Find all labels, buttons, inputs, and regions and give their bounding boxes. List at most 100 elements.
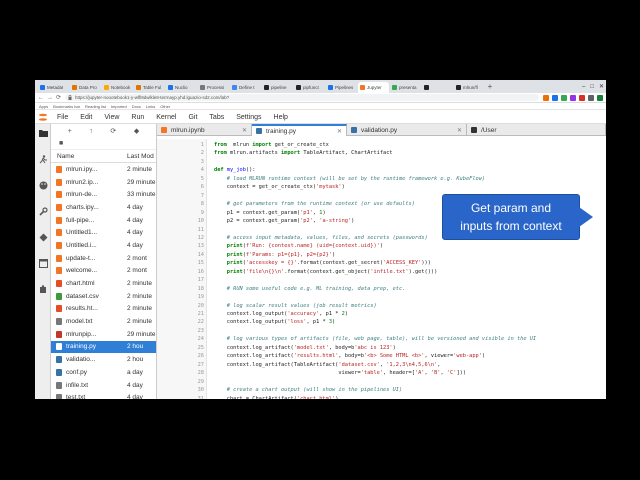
- wrench-icon[interactable]: [38, 206, 48, 216]
- extension-icon[interactable]: [588, 94, 594, 101]
- bookmark-item[interactable]: Apps: [39, 104, 48, 109]
- code-token: chart = ChartArtifact(: [214, 395, 297, 400]
- extension-icon[interactable]: [579, 94, 585, 101]
- code-token: # access input metadata, values, files, …: [226, 234, 428, 241]
- file-row[interactable]: mlrun-de... 33 minute: [51, 188, 156, 201]
- file-row[interactable]: training.py 2 hou: [51, 340, 156, 354]
- file-row[interactable]: mlrunpip... 29 minute: [51, 328, 156, 341]
- url-bar[interactable]: https://jupyter-noootebook1-y-wfll8dwlkl…: [65, 94, 539, 101]
- menu-git[interactable]: Git: [182, 114, 203, 121]
- tabs-icon[interactable]: [38, 258, 48, 268]
- menu-run[interactable]: Run: [125, 114, 150, 121]
- code-token: 'infile.txt': [370, 268, 409, 275]
- menu-settings[interactable]: Settings: [230, 114, 267, 121]
- browser-tab[interactable]: presenta: [390, 82, 421, 93]
- browser-tab[interactable]: Define t: [230, 82, 261, 93]
- forward-button[interactable]: →: [47, 95, 53, 101]
- running-icon[interactable]: [38, 154, 48, 164]
- new-launcher-button[interactable]: +: [68, 128, 72, 135]
- close-tab-icon[interactable]: ✕: [242, 127, 247, 134]
- code-token: 'model.txt': [293, 344, 329, 351]
- file-row[interactable]: Untitled1... 4 day: [51, 226, 156, 239]
- refresh-button[interactable]: ⟳: [110, 127, 116, 135]
- browser-tab[interactable]: pipfunct: [294, 82, 325, 93]
- bookmark-item[interactable]: Links: [146, 104, 155, 109]
- code-token: 'ACCESS_KEY': [383, 260, 422, 267]
- browser-tab[interactable]: Data Pro: [70, 82, 101, 93]
- code-token: 'web-app': [453, 353, 482, 360]
- extension-icon[interactable]: [561, 94, 567, 101]
- bookmark-item[interactable]: Docs: [132, 104, 141, 109]
- browser-tab[interactable]: Nuclio: [166, 82, 197, 93]
- browser-tab[interactable]: Table Ful: [134, 82, 165, 93]
- extension-icon[interactable]: [543, 94, 549, 101]
- menu-view[interactable]: View: [98, 114, 125, 121]
- browser-tab[interactable]: [422, 82, 453, 93]
- file-row[interactable]: charts.ipy... 4 day: [51, 201, 156, 214]
- git-clone-button[interactable]: ◆: [134, 127, 139, 135]
- close-tab-icon[interactable]: ✕: [457, 127, 462, 134]
- file-row[interactable]: update-t... 2 mont: [51, 252, 156, 265]
- browser-tab[interactable]: Metadat: [38, 82, 69, 93]
- extension-icon[interactable]: [570, 94, 576, 101]
- code-token: ): [481, 353, 486, 360]
- back-button[interactable]: ←: [38, 95, 44, 101]
- menu-kernel[interactable]: Kernel: [150, 114, 182, 121]
- new-tab-button[interactable]: +: [486, 82, 494, 93]
- folder-icon[interactable]: [38, 128, 48, 138]
- code-token: ).get())): [408, 268, 438, 275]
- browser-tab[interactable]: Processi: [198, 82, 229, 93]
- menu-help[interactable]: Help: [268, 114, 294, 121]
- file-row[interactable]: welcome... 2 mont: [51, 265, 156, 278]
- code-token: context = get_or_create_ctx(: [214, 184, 317, 191]
- extension-icon[interactable]: [38, 284, 48, 294]
- file-row[interactable]: validatio... 2 hou: [51, 353, 156, 366]
- code-token: , p1 *: [319, 311, 342, 317]
- code-token: 'loss': [287, 319, 307, 326]
- file-row[interactable]: full-pipe... 4 day: [51, 214, 156, 227]
- file-row[interactable]: Untitled.i... 4 day: [51, 239, 156, 252]
- file-row[interactable]: mlrun.ipy... 2 minute: [51, 163, 156, 176]
- file-row[interactable]: chart.html 2 minute: [51, 277, 156, 290]
- minimize-button[interactable]: –: [582, 84, 585, 90]
- bookmark-item[interactable]: Bookmarks bar: [53, 104, 80, 109]
- home-folder-icon[interactable]: ■: [59, 140, 63, 147]
- browser-tab[interactable]: Jupyter: [358, 82, 389, 93]
- file-modified: 2 minute: [127, 292, 152, 300]
- code-editor[interactable]: 1 2 3 4 5 6 7 8 9 10 11 12 13 14 15 16 17 18 19 20 21 22 23 24 2…: [157, 139, 606, 399]
- column-name-header[interactable]: Name: [51, 153, 127, 160]
- file-row[interactable]: mlrun2.ip... 29 minute: [51, 176, 156, 189]
- column-modified-header[interactable]: Last Mod: [127, 153, 156, 160]
- bookmark-item[interactable]: Other: [160, 104, 170, 109]
- document-tab[interactable]: /User: [467, 124, 606, 136]
- close-tab-icon[interactable]: ✕: [337, 128, 342, 135]
- bookmark-item[interactable]: Reading list: [85, 104, 106, 109]
- document-tab[interactable]: validation.py ✕: [347, 124, 467, 136]
- maximize-button[interactable]: □: [590, 84, 594, 90]
- file-row[interactable]: conf.py a day: [51, 366, 156, 379]
- reload-button[interactable]: ⟳: [56, 94, 61, 101]
- menu-file[interactable]: File: [51, 114, 74, 121]
- document-tab[interactable]: training.py ✕: [252, 124, 347, 136]
- file-row[interactable]: results.ht... 2 minute: [51, 303, 156, 316]
- close-window-button[interactable]: ✕: [599, 83, 604, 90]
- extension-icon[interactable]: [597, 94, 603, 101]
- file-row[interactable]: test.txt 4 day: [51, 391, 156, 399]
- browser-tab[interactable]: Notebook: [102, 82, 133, 93]
- file-row[interactable]: dataset.csv 2 minute: [51, 290, 156, 303]
- file-row[interactable]: model.txt 2 minute: [51, 315, 156, 328]
- browser-tab[interactable]: mlrun/fl: [454, 82, 485, 93]
- git-icon[interactable]: [38, 232, 48, 242]
- bookmark-item[interactable]: Imported: [111, 104, 127, 109]
- browser-tab[interactable]: Pipelines: [326, 82, 357, 93]
- palette-icon[interactable]: [38, 180, 48, 190]
- file-row[interactable]: infile.txt 4 day: [51, 379, 156, 392]
- extension-icon[interactable]: [552, 94, 558, 101]
- code-token: print: [226, 268, 243, 275]
- menu-tabs[interactable]: Tabs: [203, 114, 230, 121]
- menu-edit[interactable]: Edit: [74, 114, 98, 121]
- upload-button[interactable]: ↑: [89, 128, 93, 135]
- document-tab[interactable]: mlrun.ipynb ✕: [157, 124, 252, 136]
- browser-tab[interactable]: pipeline: [262, 82, 293, 93]
